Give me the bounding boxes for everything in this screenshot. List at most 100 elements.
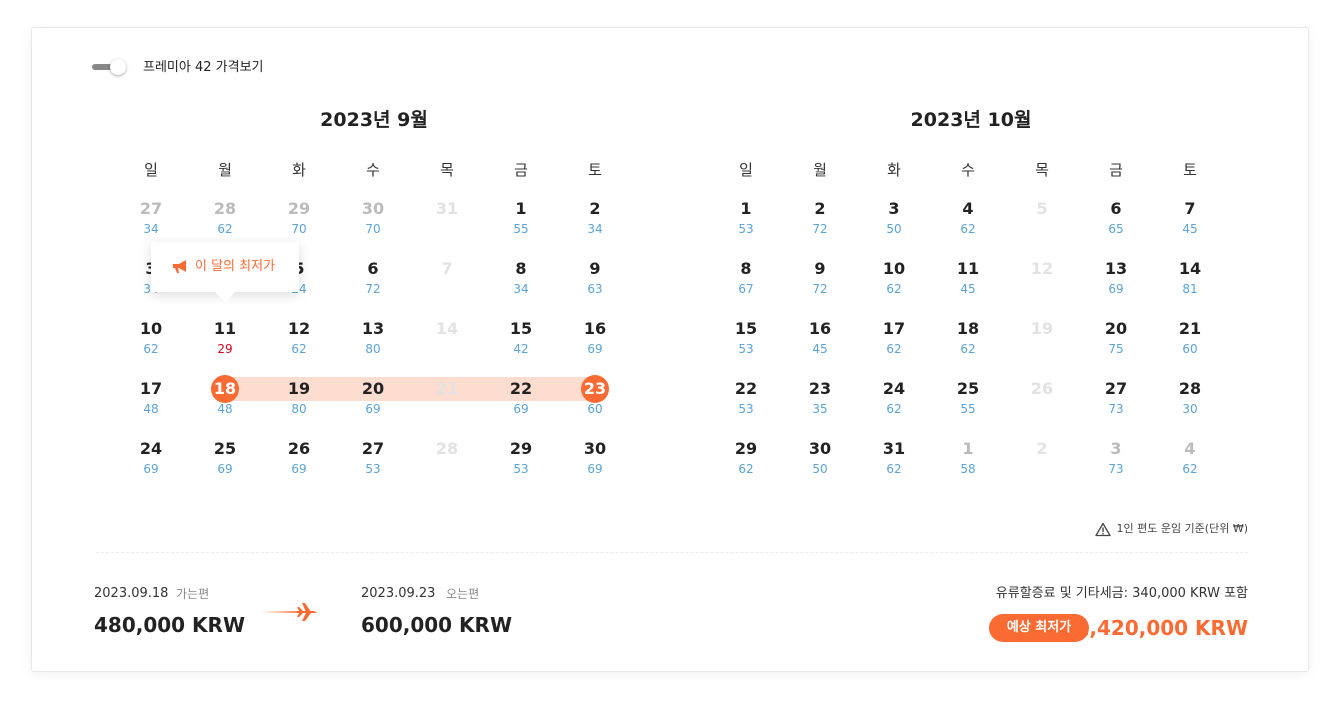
calendar-day[interactable]: 24 69 xyxy=(123,437,179,487)
calendar-day[interactable]: 11 45 xyxy=(940,257,996,307)
estimated-lowest-badge: 예상 최저가 xyxy=(989,614,1089,642)
calendar-day[interactable]: 14 81 xyxy=(1162,257,1218,307)
calendar-day[interactable]: 2 72 xyxy=(792,197,848,247)
calendar-day[interactable]: 30 70 xyxy=(345,197,401,247)
calendar-day[interactable]: 20 75 xyxy=(1088,317,1144,367)
day-number: 7 xyxy=(1184,199,1196,218)
calendar-day[interactable]: 23 60 xyxy=(567,375,623,427)
day-number: 3 xyxy=(1110,439,1122,458)
day-price: 69 xyxy=(291,462,307,476)
day-number: 29 xyxy=(509,439,533,458)
calendar-day[interactable]: 16 45 xyxy=(792,317,848,367)
calendar-day[interactable]: 29 62 xyxy=(718,437,774,487)
calendar-day[interactable]: 20 69 xyxy=(345,377,401,427)
calendar-day[interactable]: 27 34 xyxy=(123,197,179,247)
tooltip-text: 이 달의 최저가 xyxy=(195,259,276,274)
toggle-knob xyxy=(110,59,126,75)
calendar-day[interactable]: 13 80 xyxy=(345,317,401,367)
calendar-day[interactable]: 25 69 xyxy=(197,437,253,487)
day-price: 80 xyxy=(365,342,381,356)
day-number: 22 xyxy=(734,379,758,398)
calendar-day[interactable]: 28 30 xyxy=(1162,377,1218,427)
calendar-day[interactable]: 17 62 xyxy=(866,317,922,367)
calendar-day[interactable]: 6 65 xyxy=(1088,197,1144,247)
day-price: 65 xyxy=(1108,222,1124,236)
day-price: 53 xyxy=(738,222,754,236)
calendar-day[interactable]: 27 73 xyxy=(1088,377,1144,427)
fare-basis-note: 1인 편도 운임 기준(단위 ₩) xyxy=(1116,522,1248,535)
calendar-day[interactable]: 11 29 xyxy=(197,317,253,367)
day-price: 69 xyxy=(365,402,381,416)
day-number: 31 xyxy=(882,439,906,458)
calendar-day[interactable]: 31 62 xyxy=(866,437,922,487)
weekday-header: 금 xyxy=(1109,161,1123,179)
day-number: 9 xyxy=(589,259,601,278)
calendar-day[interactable]: 23 35 xyxy=(792,377,848,427)
day-price: 30 xyxy=(1182,402,1198,416)
day-price: 62 xyxy=(886,342,902,356)
calendar-day[interactable]: 7 45 xyxy=(1162,197,1218,247)
calendar-day[interactable]: 9 63 xyxy=(567,257,623,307)
calendar-day[interactable]: 1 55 xyxy=(493,197,549,247)
weekday-header: 토 xyxy=(1183,161,1197,179)
day-price: 45 xyxy=(960,282,976,296)
toggle-label: 프레미아 42 가격보기 xyxy=(143,60,264,75)
calendar-day[interactable]: 22 53 xyxy=(718,377,774,427)
calendar-day[interactable]: 30 50 xyxy=(792,437,848,487)
calendar-day[interactable]: 25 55 xyxy=(940,377,996,427)
calendar-day[interactable]: 16 69 xyxy=(567,317,623,367)
calendar-day[interactable]: 10 62 xyxy=(123,317,179,367)
calendar-day[interactable]: 24 62 xyxy=(866,377,922,427)
day-number: 19 xyxy=(287,379,311,398)
calendar-day[interactable]: 30 69 xyxy=(567,437,623,487)
calendar-day[interactable]: 8 34 xyxy=(493,257,549,307)
day-price: 53 xyxy=(738,342,754,356)
month-title: 2023년 9월 xyxy=(320,109,428,131)
calendar-day[interactable]: 1 53 xyxy=(718,197,774,247)
calendar-day[interactable]: 21 60 xyxy=(1162,317,1218,367)
inbound-price: 600,000 KRW xyxy=(361,613,513,637)
day-number: 15 xyxy=(509,319,533,338)
calendar-day[interactable]: 26 69 xyxy=(271,437,327,487)
calendar-day[interactable]: 18 62 xyxy=(940,317,996,367)
premia-42-price-toggle[interactable] xyxy=(92,59,128,75)
day-price: 70 xyxy=(365,222,381,236)
day-price: 69 xyxy=(143,462,159,476)
calendar-day[interactable]: 462 xyxy=(1162,437,1218,487)
calendar-day: 21 xyxy=(419,377,475,427)
day-number: 4 xyxy=(1184,439,1196,458)
day-price: 62 xyxy=(738,462,754,476)
day-price: 62 xyxy=(960,222,976,236)
calendar-day[interactable]: 12 62 xyxy=(271,317,327,367)
day-price: 72 xyxy=(812,282,828,296)
calendar-day[interactable]: 17 48 xyxy=(123,377,179,427)
calendar-day: 2 xyxy=(1014,437,1070,487)
calendar-day[interactable]: 27 53 xyxy=(345,437,401,487)
calendar-day[interactable]: 18 48 xyxy=(197,375,253,427)
day-price: 62 xyxy=(886,402,902,416)
calendar-day[interactable]: 6 72 xyxy=(345,257,401,307)
calendar-day[interactable]: 9 72 xyxy=(792,257,848,307)
day-price: 53 xyxy=(513,462,529,476)
calendar-day[interactable]: 15 42 xyxy=(493,317,549,367)
calendar-day[interactable]: 10 62 xyxy=(866,257,922,307)
calendar-day[interactable]: 22 69 xyxy=(493,377,549,427)
calendar-day[interactable]: 29 70 xyxy=(271,197,327,247)
calendar-day[interactable]: 8 67 xyxy=(718,257,774,307)
day-price: 34 xyxy=(143,222,159,236)
calendar-day[interactable]: 2 34 xyxy=(567,197,623,247)
calendar-day[interactable]: 13 69 xyxy=(1088,257,1144,307)
calendar-day[interactable]: 19 80 xyxy=(271,377,327,427)
calendar-day[interactable]: 3 73 xyxy=(1088,437,1144,487)
calendar-day[interactable]: 462 xyxy=(940,197,996,247)
calendar-day[interactable]: 15 53 xyxy=(718,317,774,367)
weekday-header: 월 xyxy=(813,161,827,179)
day-number: 20 xyxy=(1104,319,1128,338)
calendar-day[interactable]: 1 58 xyxy=(940,437,996,487)
calendar-day[interactable]: 28 62 xyxy=(197,197,253,247)
day-price: 63 xyxy=(587,282,603,296)
lowest-price-tooltip: 이 달의 최저가 xyxy=(151,242,299,302)
calendar-day[interactable]: 3 50 xyxy=(866,197,922,247)
weekday-header: 목 xyxy=(440,161,454,179)
calendar-day[interactable]: 29 53 xyxy=(493,437,549,487)
